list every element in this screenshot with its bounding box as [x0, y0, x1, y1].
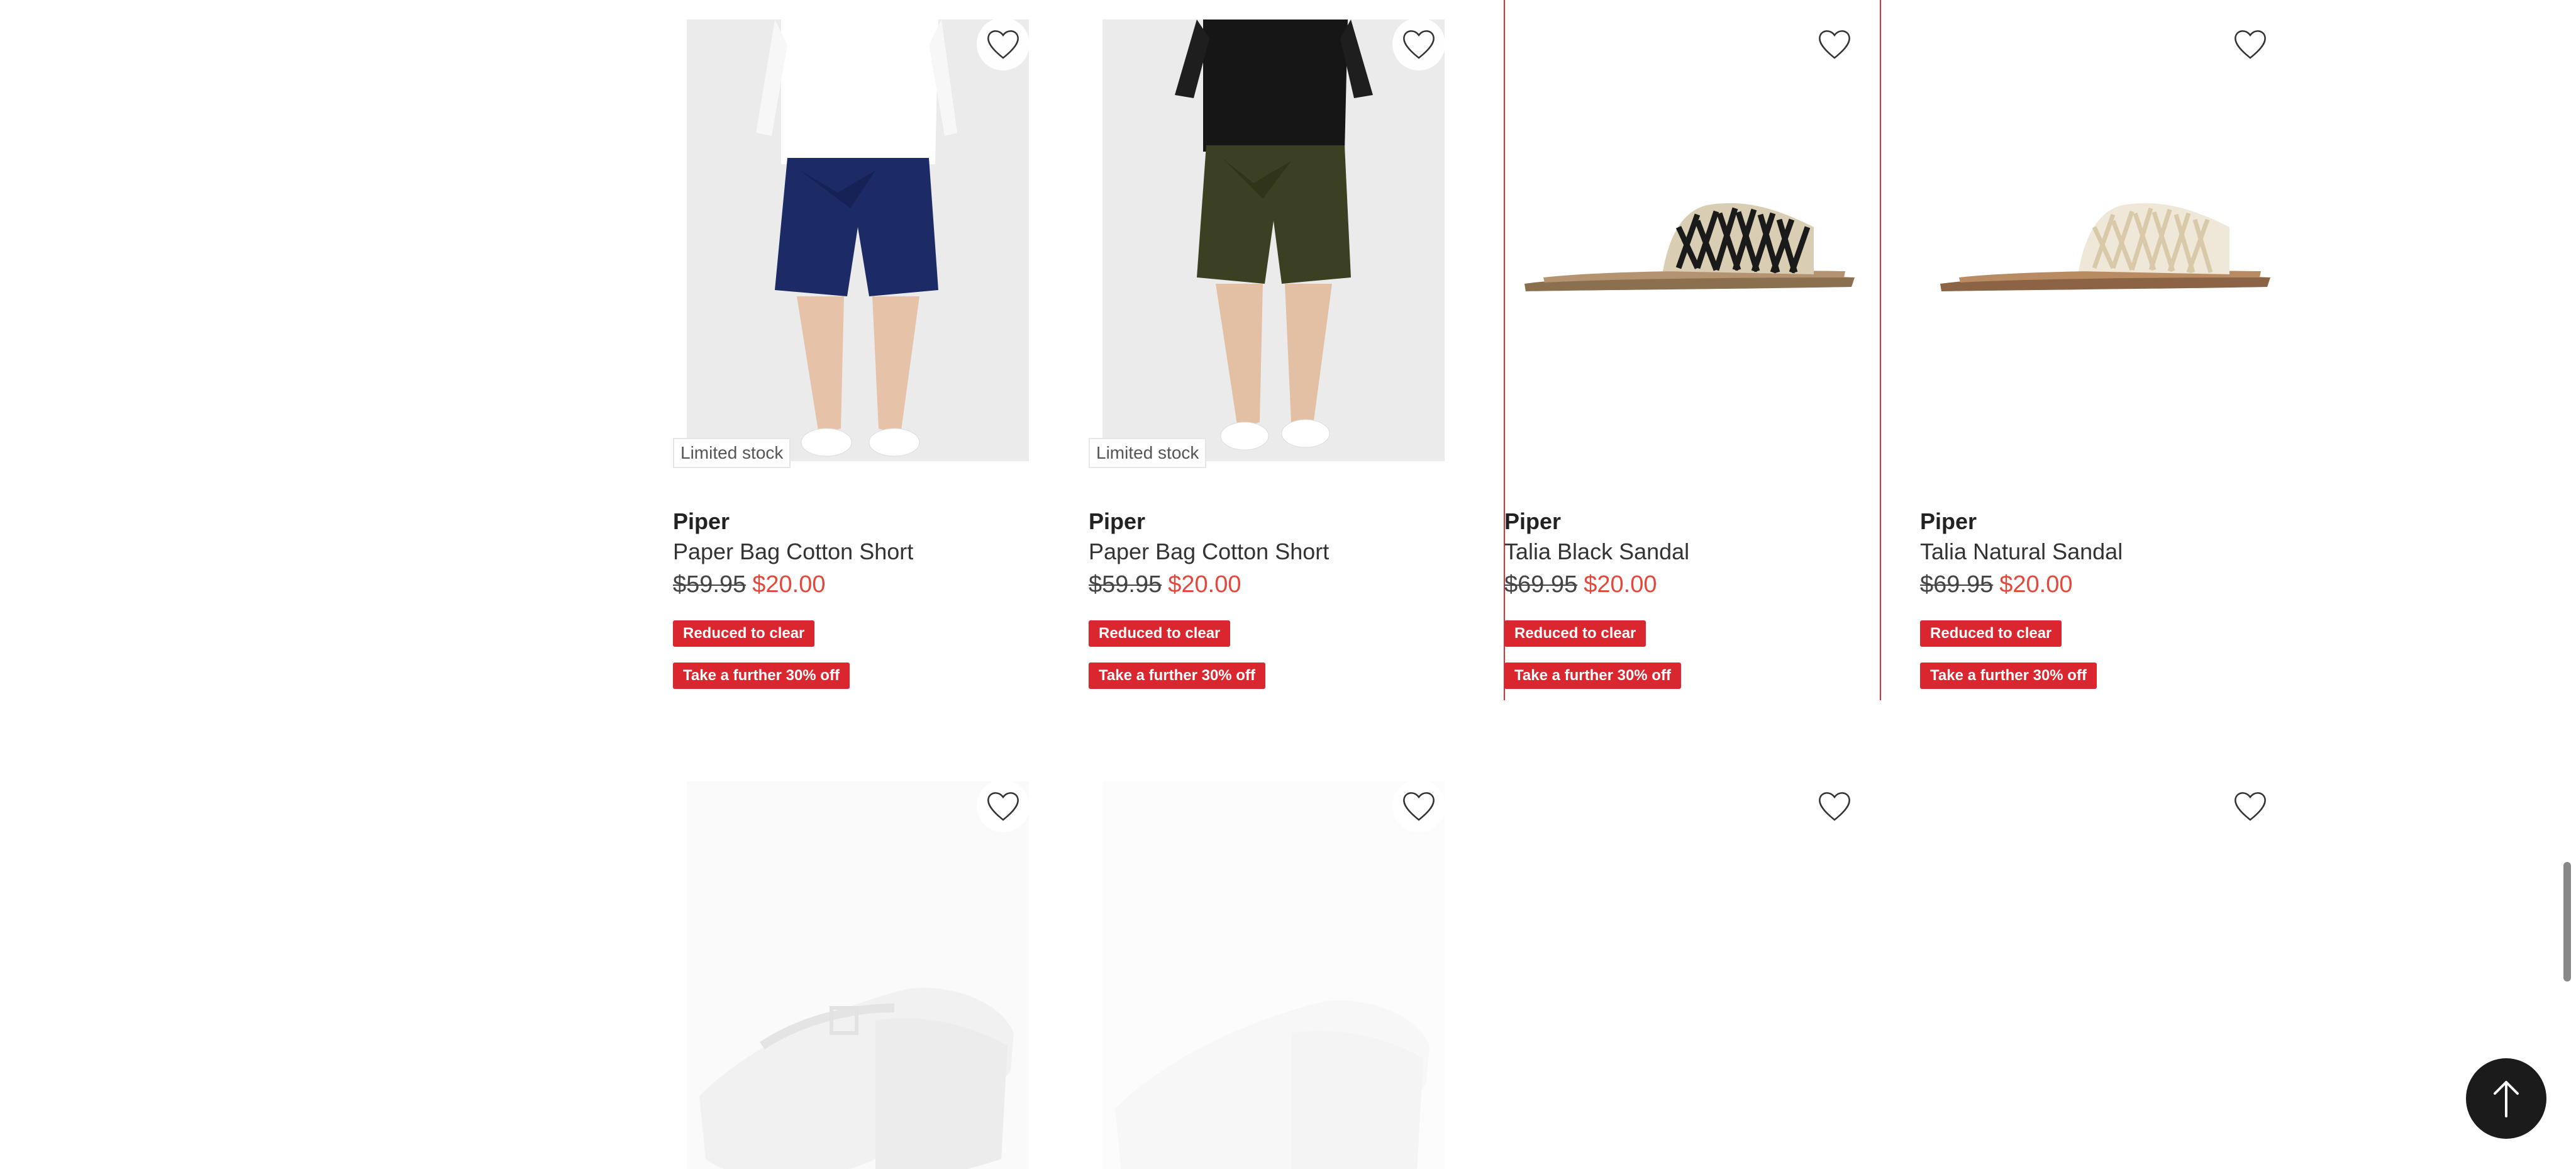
wishlist-button[interactable] [1392, 780, 1445, 832]
price-block: $69.95 $20.00 [1920, 571, 2072, 598]
original-price: $69.95 [1920, 571, 1994, 598]
sale-price: $20.00 [1584, 571, 1657, 598]
heart-icon [1819, 792, 1850, 821]
sale-price: $20.00 [1168, 571, 1241, 598]
product-image[interactable] [1102, 781, 1445, 1169]
wishlist-button[interactable] [1392, 18, 1445, 70]
promo-badge-further-off: Take a further 30% off [1089, 663, 1265, 689]
promo-badge-reduced: Reduced to clear [1920, 620, 2062, 647]
product-brand: Piper [1089, 508, 1146, 534]
wishlist-button[interactable] [1808, 18, 1861, 70]
price-block: $59.95 $20.00 [673, 571, 825, 598]
product-image[interactable] [687, 20, 1029, 461]
promo-badge-reduced: Reduced to clear [673, 620, 815, 647]
natural-woven-sandal-image [1934, 20, 2276, 461]
wishlist-button[interactable] [1808, 780, 1861, 832]
promo-badge-reduced: Reduced to clear [1089, 620, 1231, 647]
product-image[interactable] [1518, 20, 1860, 461]
limited-stock-badge: Limited stock [1089, 438, 1207, 468]
product-image[interactable] [1102, 20, 1445, 461]
product-name[interactable]: Paper Bag Cotton Short [673, 539, 913, 565]
heart-icon [2235, 792, 2266, 821]
promo-badge-further-off: Take a further 30% off [1504, 663, 1681, 689]
heart-icon [1819, 30, 1850, 59]
heart-icon [987, 792, 1019, 821]
white-wedge-sandal-image [687, 781, 1029, 1169]
wishlist-button[interactable] [2224, 780, 2277, 832]
heart-icon [2235, 30, 2266, 59]
product-name[interactable]: Talia Black Sandal [1504, 539, 1689, 565]
wishlist-button[interactable] [2224, 18, 2277, 70]
product-listing-page: Limited stock Piper Paper Bag Cotton Sho… [0, 0, 2576, 1169]
back-to-top-button[interactable] [2466, 1058, 2546, 1139]
promo-badge-further-off: Take a further 30% off [673, 663, 850, 689]
product-name[interactable]: Talia Natural Sandal [1920, 539, 2123, 565]
product-image[interactable] [687, 781, 1029, 1169]
white-wedge-sandal-loading-image [1102, 781, 1445, 1169]
product-name[interactable]: Paper Bag Cotton Short [1089, 539, 1329, 565]
black-woven-sandal-image [1518, 20, 1860, 461]
arrow-up-icon [2494, 1081, 2519, 1117]
price-block: $59.95 $20.00 [1089, 571, 1241, 598]
olive-shorts-model-image [1102, 20, 1445, 461]
heart-icon [1403, 792, 1435, 821]
original-price: $59.95 [673, 571, 747, 598]
navy-shorts-model-image [687, 20, 1029, 461]
original-price: $69.95 [1504, 571, 1578, 598]
product-brand: Piper [1504, 508, 1562, 534]
heart-icon [987, 30, 1019, 59]
product-image[interactable] [1934, 20, 2276, 461]
scrollbar-thumb[interactable] [2563, 862, 2571, 982]
sale-price: $20.00 [752, 571, 826, 598]
sale-price: $20.00 [1999, 571, 2073, 598]
promo-badge-further-off: Take a further 30% off [1920, 663, 2097, 689]
price-block: $69.95 $20.00 [1504, 571, 1657, 598]
product-image-placeholder[interactable] [1518, 781, 1860, 1169]
promo-badge-reduced: Reduced to clear [1504, 620, 1646, 647]
heart-icon [1403, 30, 1435, 59]
original-price: $59.95 [1089, 571, 1162, 598]
product-brand: Piper [673, 508, 730, 534]
wishlist-button[interactable] [977, 18, 1030, 70]
product-brand: Piper [1920, 508, 1977, 534]
product-image-placeholder[interactable] [1934, 781, 2276, 1169]
limited-stock-badge: Limited stock [673, 438, 791, 468]
wishlist-button[interactable] [977, 780, 1030, 832]
